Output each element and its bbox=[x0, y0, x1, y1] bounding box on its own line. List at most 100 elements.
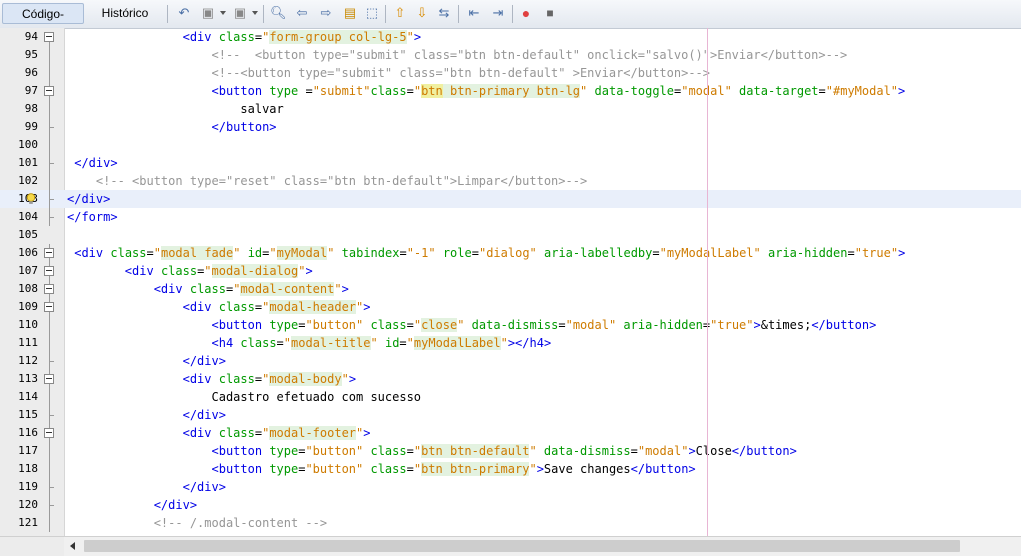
scroll-corner bbox=[0, 536, 64, 556]
back-icon[interactable]: ▣ bbox=[200, 5, 216, 21]
find-next-icon[interactable]: ⇨ bbox=[318, 5, 334, 21]
previous-bookmark-icon[interactable]: ⇧ bbox=[392, 5, 408, 21]
code-line[interactable]: 112 </div> bbox=[0, 352, 1021, 370]
fold-guide bbox=[49, 244, 50, 248]
tab-history[interactable]: Histórico bbox=[93, 3, 157, 24]
code-text[interactable]: </div> bbox=[67, 154, 117, 172]
code-line[interactable]: 120 </div> bbox=[0, 496, 1021, 514]
code-line[interactable]: 98 salvar bbox=[0, 100, 1021, 118]
back-dropdown-icon[interactable] bbox=[220, 11, 226, 15]
code-line[interactable]: 100 bbox=[0, 136, 1021, 154]
fold-toggle-icon[interactable] bbox=[44, 428, 54, 438]
code-text[interactable]: <div class="modal-content"> bbox=[67, 280, 349, 298]
forward-icon[interactable]: ▣ bbox=[232, 5, 248, 21]
fold-guide bbox=[49, 280, 50, 284]
code-line[interactable]: 103</div> bbox=[0, 190, 1021, 208]
code-line[interactable]: 115 </div> bbox=[0, 406, 1021, 424]
code-text[interactable]: <!-- <button type="reset" class="btn btn… bbox=[67, 172, 587, 190]
code-text[interactable]: <button type="button" class="btn btn-def… bbox=[67, 442, 797, 460]
tab-source[interactable]: Código-Fonte bbox=[2, 3, 84, 42]
fold-guide bbox=[49, 442, 50, 460]
fold-toggle-icon[interactable] bbox=[44, 86, 54, 96]
line-number: 112 bbox=[18, 354, 38, 367]
fold-toggle-icon[interactable] bbox=[44, 248, 54, 258]
code-text[interactable]: <div class="form-group col-lg-5"> bbox=[67, 28, 421, 46]
code-text[interactable]: <div class="modal-header"> bbox=[67, 298, 371, 316]
fold-toggle-icon[interactable] bbox=[44, 266, 54, 276]
code-text[interactable]: <div class="modal-footer"> bbox=[67, 424, 371, 442]
code-text[interactable]: </form> bbox=[67, 208, 118, 226]
code-text[interactable]: <div class="modal-dialog"> bbox=[67, 262, 313, 280]
code-text[interactable]: <!-- /.modal-content --> bbox=[67, 514, 327, 532]
toggle-bookmark-icon[interactable]: ⇆ bbox=[436, 5, 452, 21]
start-macro-icon[interactable]: ● bbox=[518, 5, 534, 21]
code-text[interactable]: </button> bbox=[67, 118, 277, 136]
code-line[interactable]: 113 <div class="modal-body"> bbox=[0, 370, 1021, 388]
code-line[interactable]: 107 <div class="modal-dialog"> bbox=[0, 262, 1021, 280]
fold-toggle-icon[interactable] bbox=[44, 374, 54, 384]
shift-right-icon[interactable]: ⇥ bbox=[490, 5, 506, 21]
code-line[interactable]: 94 <div class="form-group col-lg-5"> bbox=[0, 28, 1021, 46]
toolbar-separator bbox=[385, 5, 386, 23]
toolbar-separator bbox=[458, 5, 459, 23]
forward-dropdown-icon[interactable] bbox=[252, 11, 258, 15]
code-text[interactable]: salvar bbox=[67, 100, 283, 118]
fold-guide bbox=[49, 172, 50, 190]
code-line[interactable]: 118 <button type="button" class="btn btn… bbox=[0, 460, 1021, 478]
code-text[interactable]: <button type="button" class="btn btn-pri… bbox=[67, 460, 696, 478]
line-number: 98 bbox=[24, 102, 38, 115]
code-text[interactable]: <button type="button" class="close" data… bbox=[67, 316, 876, 334]
code-line[interactable]: 102 <!-- <button type="reset" class="btn… bbox=[0, 172, 1021, 190]
code-text[interactable]: </div> bbox=[67, 190, 110, 208]
stop-macro-icon[interactable]: ■ bbox=[542, 5, 558, 21]
code-line[interactable]: 110 <button type="button" class="close" … bbox=[0, 316, 1021, 334]
code-line[interactable]: 99 </button> bbox=[0, 118, 1021, 136]
code-editor[interactable]: 94 <div class="form-group col-lg-5"> 95 <… bbox=[0, 28, 1021, 536]
code-line[interactable]: 119 </div> bbox=[0, 478, 1021, 496]
next-bookmark-icon[interactable]: ⇩ bbox=[414, 5, 430, 21]
code-line[interactable]: 101 </div> bbox=[0, 154, 1021, 172]
code-text[interactable]: </div> bbox=[67, 406, 226, 424]
line-number: 102 bbox=[18, 174, 38, 187]
fold-toggle-icon[interactable] bbox=[44, 302, 54, 312]
code-line[interactable]: 114 Cadastro efetuado com sucesso bbox=[0, 388, 1021, 406]
scroll-left-icon[interactable] bbox=[70, 542, 75, 550]
code-line[interactable]: 109 <div class="modal-header"> bbox=[0, 298, 1021, 316]
code-line[interactable]: 105 bbox=[0, 226, 1021, 244]
scrollbar-thumb[interactable] bbox=[84, 540, 960, 552]
code-text[interactable]: <div class="modal-body"> bbox=[67, 370, 356, 388]
fold-guide bbox=[49, 136, 50, 154]
code-text[interactable]: <div class="modal fade" id="myModal" tab… bbox=[67, 244, 905, 262]
horizontal-scrollbar[interactable] bbox=[64, 536, 1021, 556]
code-line[interactable]: 116 <div class="modal-footer"> bbox=[0, 424, 1021, 442]
code-line[interactable]: 111 <h4 class="modal-title" id="myModalL… bbox=[0, 334, 1021, 352]
line-number: 108 bbox=[18, 282, 38, 295]
code-line[interactable]: 117 <button type="button" class="btn btn… bbox=[0, 442, 1021, 460]
find-selection-icon[interactable]: 🔍︎ bbox=[270, 5, 287, 21]
code-text[interactable]: </div> bbox=[67, 478, 226, 496]
code-line[interactable]: 121 <!-- /.modal-content --> bbox=[0, 514, 1021, 532]
shift-left-icon[interactable]: ⇤ bbox=[466, 5, 482, 21]
code-line[interactable]: 96 <!--<button type="submit" class="btn … bbox=[0, 64, 1021, 82]
code-text[interactable]: Cadastro efetuado com sucesso bbox=[67, 388, 422, 406]
code-text[interactable]: <!--<button type="submit" class="btn btn… bbox=[67, 64, 711, 82]
code-line[interactable]: 108 <div class="modal-content"> bbox=[0, 280, 1021, 298]
fold-toggle-icon[interactable] bbox=[44, 284, 54, 294]
code-line[interactable]: 95 <!-- <button type="submit" class="btn… bbox=[0, 46, 1021, 64]
code-text[interactable]: </div> bbox=[67, 496, 197, 514]
fold-toggle-icon[interactable] bbox=[44, 32, 54, 42]
fold-guide bbox=[49, 514, 50, 532]
toggle-rect-selection-icon[interactable]: ⬚ bbox=[364, 5, 380, 21]
code-line[interactable]: 106 <div class="modal fade" id="myModal"… bbox=[0, 244, 1021, 262]
code-text[interactable]: </div> bbox=[67, 352, 226, 370]
code-line[interactable]: 97 <button type ="submit"class="btn btn-… bbox=[0, 82, 1021, 100]
code-text[interactable]: <!-- <button type="submit" class="btn bt… bbox=[67, 46, 848, 64]
code-text[interactable]: <h4 class="modal-title" id="myModalLabel… bbox=[67, 334, 551, 352]
code-text[interactable]: <button type ="submit"class="btn btn-pri… bbox=[67, 82, 905, 100]
lightbulb-hint-icon[interactable] bbox=[26, 192, 36, 204]
code-line[interactable]: 104 </form> bbox=[0, 208, 1021, 226]
find-previous-icon[interactable]: ⇦ bbox=[294, 5, 310, 21]
last-edit-icon[interactable]: ↶ bbox=[176, 5, 192, 21]
toggle-highlight-icon[interactable]: ▤ bbox=[342, 5, 358, 21]
toolbar-separator bbox=[263, 5, 264, 23]
